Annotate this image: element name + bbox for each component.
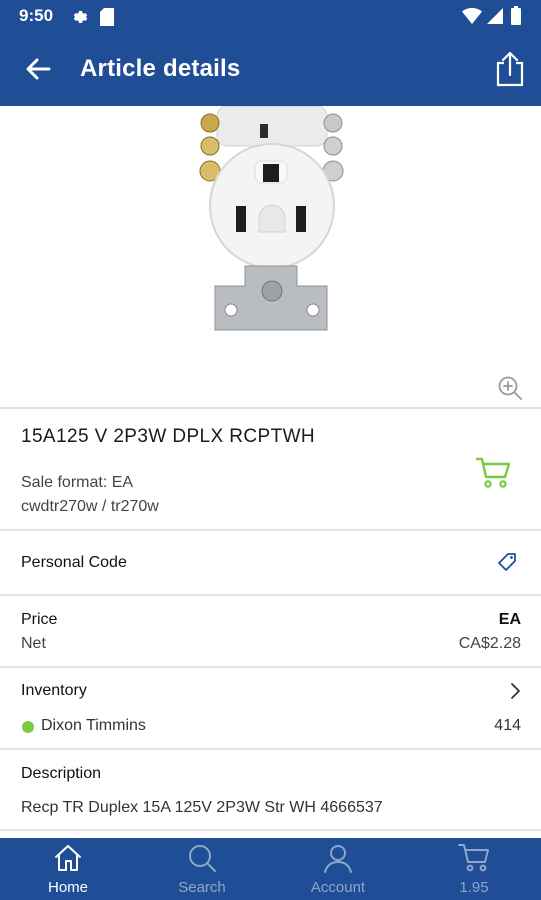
- price-label: Price: [21, 611, 58, 628]
- divider: [0, 748, 541, 750]
- tag-icon[interactable]: [497, 552, 517, 572]
- inventory-label: Inventory: [21, 682, 87, 699]
- inventory-quantity: 414: [494, 717, 521, 734]
- product-codes: cwdtr270w / tr270w: [21, 498, 159, 515]
- product-image[interactable]: [0, 106, 541, 408]
- back-arrow-icon[interactable]: [22, 53, 54, 85]
- account-icon: [324, 845, 352, 873]
- app-bar: Article details: [0, 33, 541, 106]
- nav-account-label: Account: [310, 879, 366, 896]
- net-label: Net: [21, 635, 46, 652]
- divider: [0, 594, 541, 596]
- nav-home[interactable]: Home: [18, 838, 118, 900]
- personal-code-label[interactable]: Personal Code: [21, 554, 127, 572]
- nav-cart-total: 1.95: [459, 879, 489, 896]
- share-icon[interactable]: [492, 49, 528, 89]
- net-price: CA$2.28: [458, 635, 521, 652]
- sale-format: Sale format: EA: [21, 474, 134, 491]
- divider: [0, 829, 541, 831]
- description-label: Description: [21, 765, 102, 782]
- nav-search[interactable]: Search: [152, 838, 252, 900]
- sd-card-icon: [100, 8, 114, 26]
- page-title: Article details: [80, 55, 241, 82]
- settings-gear-icon: [73, 11, 88, 23]
- cart-icon: [458, 844, 489, 872]
- nav-search-label: Search: [178, 879, 226, 896]
- divider: [0, 407, 541, 409]
- nav-cart[interactable]: 1.95: [424, 838, 524, 900]
- nav-home-label: Home: [47, 879, 88, 896]
- status-time: 9:50: [19, 6, 54, 25]
- bottom-navigation: Home Search Account 1.95: [0, 838, 541, 900]
- product-title: 15A125 V 2P3W DPLX RCPTWH: [21, 426, 316, 447]
- price-unit: EA: [498, 611, 521, 628]
- divider: [0, 529, 541, 531]
- nav-account[interactable]: Account: [288, 838, 388, 900]
- signal-icon: [487, 8, 503, 24]
- zoom-in-icon[interactable]: [496, 374, 524, 402]
- battery-icon: [511, 6, 521, 25]
- status-bar: 9:50: [0, 0, 541, 33]
- home-icon: [55, 845, 81, 871]
- add-to-cart-icon[interactable]: [475, 457, 511, 489]
- search-icon: [189, 845, 216, 872]
- chevron-right-icon: [511, 683, 520, 699]
- outlet-product-picture: [199, 106, 344, 331]
- wifi-icon: [462, 8, 482, 24]
- inventory-row[interactable]: Inventory Dixon Timmins 414: [0, 668, 541, 748]
- stock-status-dot: [22, 721, 34, 733]
- inventory-location: Dixon Timmins: [41, 717, 146, 734]
- description-text: Recp TR Duplex 15A 125V 2P3W Str WH 4666…: [21, 799, 383, 816]
